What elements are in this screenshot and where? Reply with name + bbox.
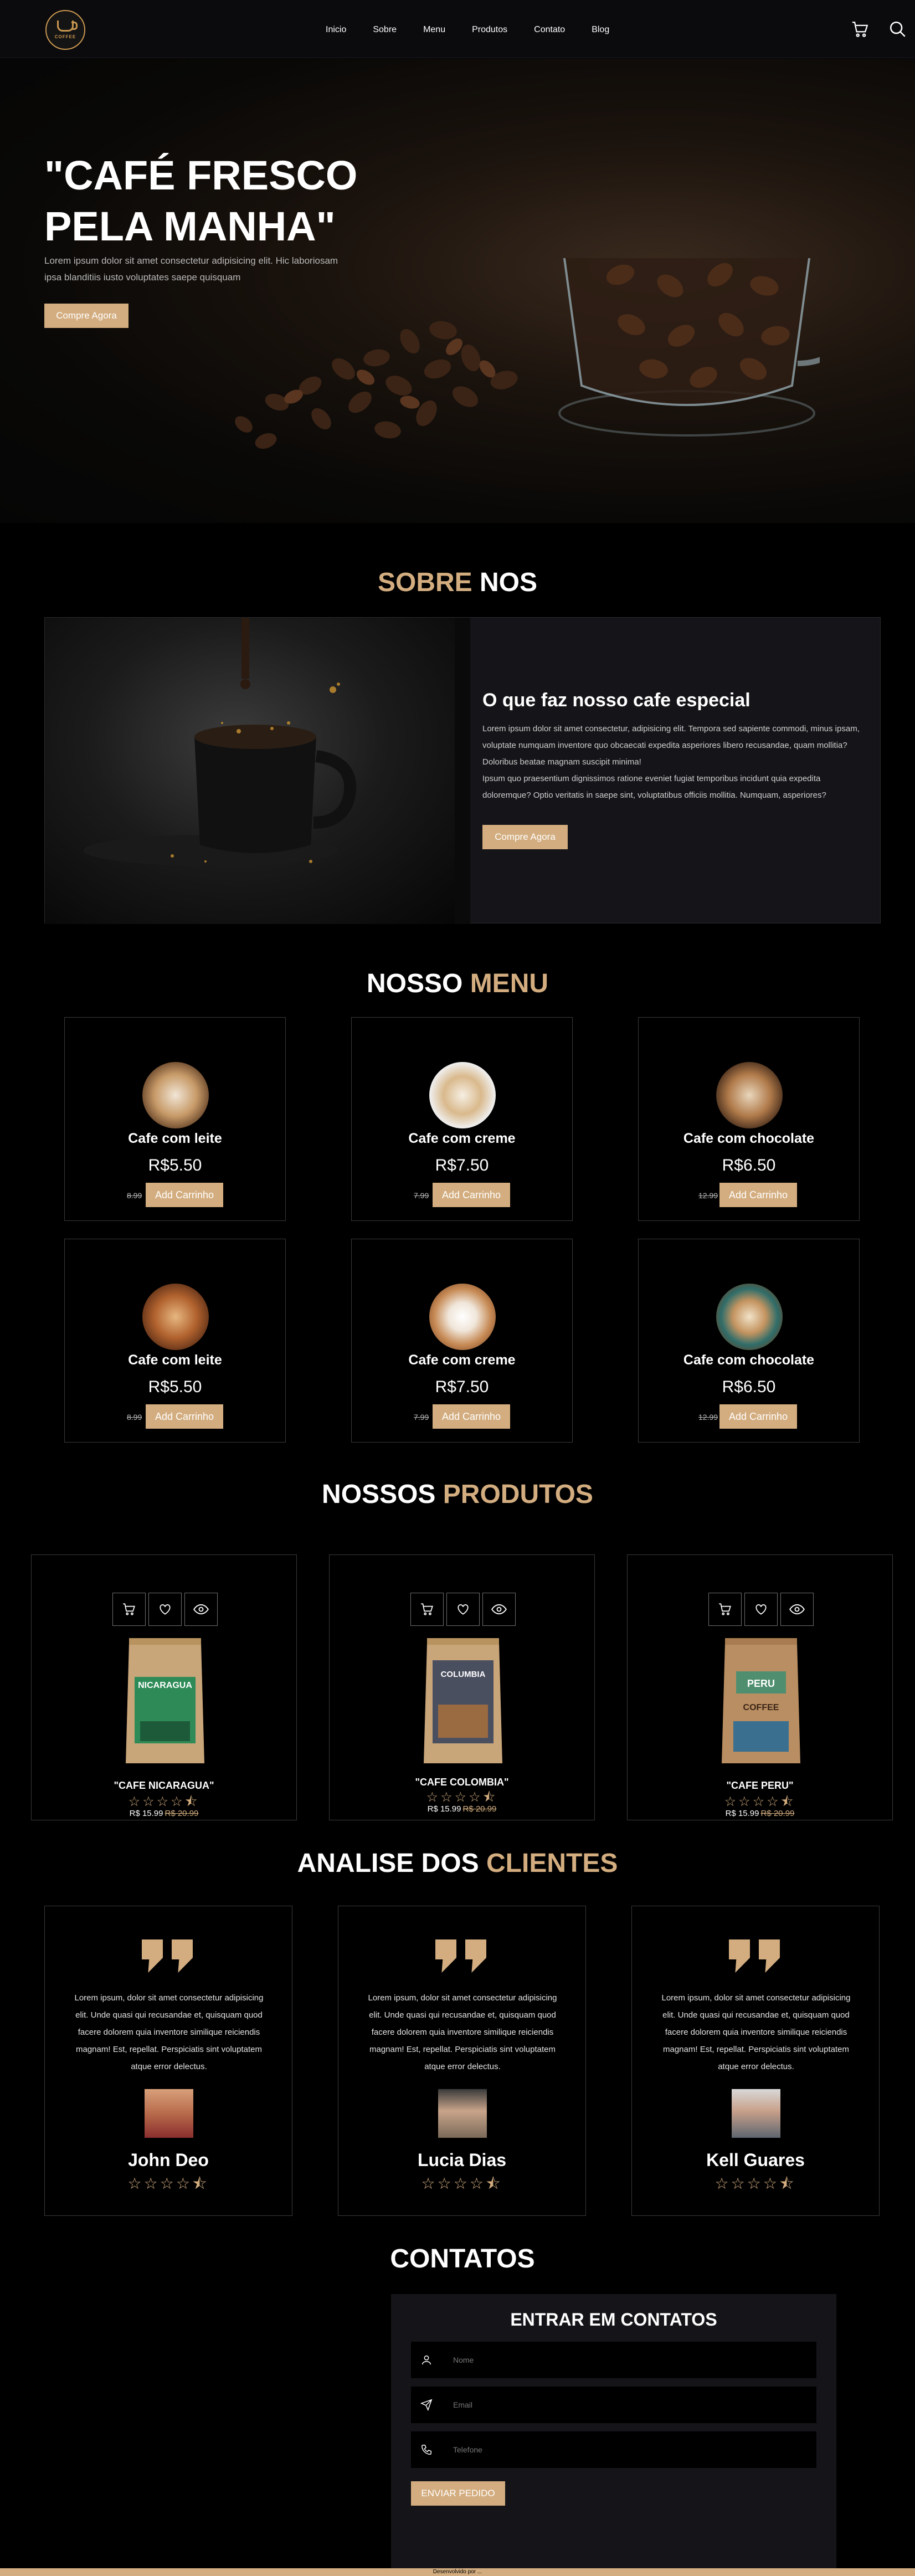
cart-icon[interactable]	[708, 1593, 742, 1626]
email-field	[411, 2387, 816, 2423]
products-title: NOSSOS PRODUTOS	[322, 1480, 593, 1509]
cart-icon[interactable]	[851, 20, 870, 39]
rating-stars: ☆☆☆☆⯪	[421, 2175, 503, 2192]
product-card: NICARAGUA "CAFE NICARAGUA" ☆☆☆☆⯪ R$ 15.9…	[31, 1554, 297, 1820]
user-icon	[411, 2354, 442, 2366]
menu-card: Cafe com chocolate R$6.50 12.99 Add Carr…	[638, 1239, 860, 1443]
menu-card: Cafe com leite R$5.50 8.99 Add Carrinho	[64, 1239, 286, 1443]
menu-title: NOSSO MENU	[366, 969, 549, 998]
review-card: Lorem ipsum, dolor sit amet consectetur …	[338, 1906, 586, 2216]
review-card: Lorem ipsum, dolor sit amet consectetur …	[631, 1906, 880, 2216]
coffee-splash-image	[45, 618, 470, 924]
avatar	[438, 2089, 487, 2138]
eye-icon[interactable]	[184, 1593, 218, 1626]
menu-card: Cafe com leite R$5.50 8.99 Add Carrinho	[64, 1017, 286, 1221]
add-cart-button[interactable]: Add Carrinho	[719, 1404, 797, 1429]
coffee-cream-image	[429, 1062, 496, 1128]
quote-icon	[729, 1939, 780, 1973]
email-input[interactable]	[442, 2400, 816, 2409]
eye-icon[interactable]	[780, 1593, 814, 1626]
contact-form: ENTRAR EM CONTATOS ENVIAR PEDIDO	[391, 2294, 836, 2574]
about-heading: O que faz nosso cafe especial	[482, 690, 750, 711]
coffee-cream-image	[429, 1284, 496, 1350]
avatar	[732, 2089, 780, 2138]
logo[interactable]: COFFEE	[45, 10, 85, 50]
contact-title: CONTATOS	[390, 2244, 535, 2274]
hero-buy-button[interactable]: Compre Agora	[44, 304, 128, 328]
coffee-latte-image	[142, 1284, 209, 1350]
heart-icon[interactable]	[148, 1593, 182, 1626]
search-icon[interactable]	[888, 20, 907, 39]
quote-icon	[435, 1939, 486, 1973]
product-card: COLUMBIA "CAFE COLOMBIA" ☆☆☆☆⯪ R$ 15.99 R…	[329, 1554, 595, 1820]
coffee-bag-image: PERU COFFEE	[722, 1638, 800, 1763]
product-card: PERU COFFEE "CAFE PERU" ☆☆☆☆⯪ R$ 15.99 R$…	[627, 1554, 893, 1820]
nav-produtos[interactable]: Produtos	[472, 25, 507, 35]
add-cart-button[interactable]: Add Carrinho	[146, 1183, 223, 1207]
svg-text:PERU: PERU	[747, 1678, 775, 1689]
coffee-latte-image	[142, 1062, 209, 1128]
reviews-title: ANALISE DOS CLIENTES	[297, 1849, 618, 1878]
coffee-bag-image: NICARAGUA	[126, 1638, 204, 1763]
menu-card: Cafe com chocolate R$6.50 12.99 Add Carr…	[638, 1017, 860, 1221]
coffee-beans-image	[235, 258, 820, 449]
add-cart-button[interactable]: Add Carrinho	[433, 1183, 510, 1207]
about-buy-button[interactable]: Compre Agora	[482, 825, 568, 849]
nav-inicio[interactable]: Inicio	[326, 25, 346, 35]
nav-menu[interactable]: Menu	[423, 25, 445, 35]
svg-text:COFFEE: COFFEE	[743, 1703, 779, 1712]
about-panel: O que faz nosso cafe especial Lorem ipsu…	[44, 617, 881, 924]
add-cart-button[interactable]: Add Carrinho	[719, 1183, 797, 1207]
coffee-bag-image: COLUMBIA	[424, 1638, 502, 1763]
phone-icon	[411, 2444, 442, 2456]
menu-card: Cafe com creme R$7.50 7.99 Add Carrinho	[351, 1017, 573, 1221]
site-header: COFFEE Inicio Sobre Menu Produtos Contat…	[0, 0, 915, 58]
phone-input[interactable]	[442, 2445, 816, 2454]
cart-icon[interactable]	[410, 1593, 444, 1626]
svg-text:COLUMBIA: COLUMBIA	[441, 1670, 486, 1679]
coffee-chocolate-image	[716, 1284, 783, 1350]
coffee-cup-icon	[57, 20, 78, 32]
main-nav: Inicio Sobre Menu Produtos Contato Blog	[326, 25, 636, 35]
menu-card: Cafe com creme R$7.50 7.99 Add Carrinho	[351, 1239, 573, 1443]
about-text: Lorem ipsum dolor sit amet consectetur, …	[482, 724, 860, 800]
name-field	[411, 2342, 816, 2378]
add-cart-button[interactable]: Add Carrinho	[146, 1404, 223, 1429]
heart-icon[interactable]	[446, 1593, 480, 1626]
eye-icon[interactable]	[482, 1593, 516, 1626]
send-order-button[interactable]: ENVIAR PEDIDO	[411, 2481, 505, 2506]
add-cart-button[interactable]: Add Carrinho	[433, 1404, 510, 1429]
about-title: SOBRE NOS	[377, 568, 538, 597]
svg-text:NICARAGUA: NICARAGUA	[138, 1681, 192, 1690]
rating-stars: ☆☆☆☆⯪	[127, 2175, 209, 2192]
coffee-chocolate-image	[716, 1062, 783, 1128]
contact-form-title: ENTRAR EM CONTATOS	[510, 2310, 717, 2329]
send-icon	[411, 2399, 442, 2411]
nav-contato[interactable]: Contato	[534, 25, 565, 35]
quote-icon	[142, 1939, 193, 1973]
nav-blog[interactable]: Blog	[592, 25, 609, 35]
nav-sobre[interactable]: Sobre	[373, 25, 397, 35]
avatar	[145, 2089, 193, 2138]
cart-icon[interactable]	[112, 1593, 146, 1626]
hero-title: "CAFÉ FRESCO PELA MANHA"	[44, 152, 358, 249]
name-input[interactable]	[442, 2356, 816, 2364]
footer: Desenvolvido por ...	[0, 2568, 915, 2576]
heart-icon[interactable]	[744, 1593, 778, 1626]
phone-field	[411, 2431, 816, 2468]
review-card: Lorem ipsum, dolor sit amet consectetur …	[44, 1906, 292, 2216]
hero-section: "CAFÉ FRESCO PELA MANHA" Lorem ipsum dol…	[0, 59, 915, 523]
hero-text: Lorem ipsum dolor sit amet consectetur a…	[44, 255, 338, 283]
rating-stars: ☆☆☆☆⯪	[714, 2175, 796, 2192]
